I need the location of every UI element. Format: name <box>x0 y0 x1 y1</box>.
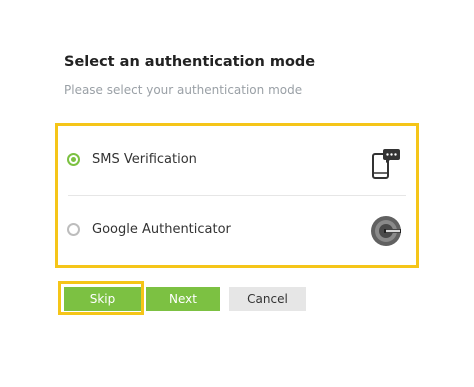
page-title: Select an authentication mode <box>64 54 316 70</box>
skip-button[interactable]: Skip <box>64 287 141 311</box>
google-auth-option-label: Google Authenticator <box>92 222 231 237</box>
cancel-button[interactable]: Cancel <box>229 287 306 311</box>
option-google-authenticator[interactable]: Google Authenticator <box>58 196 416 265</box>
sms-option-label: SMS Verification <box>92 152 197 167</box>
option-sms-verification[interactable]: SMS Verification <box>58 126 416 195</box>
next-button[interactable]: Next <box>146 287 220 311</box>
phone-sms-icon <box>372 149 400 179</box>
sms-radio[interactable] <box>67 153 80 166</box>
google-authenticator-icon <box>371 216 401 246</box>
google-auth-radio[interactable] <box>67 223 80 236</box>
auth-options-box: SMS Verification Google Authenticator <box>55 123 419 268</box>
page-subtitle: Please select your authentication mode <box>64 83 303 97</box>
